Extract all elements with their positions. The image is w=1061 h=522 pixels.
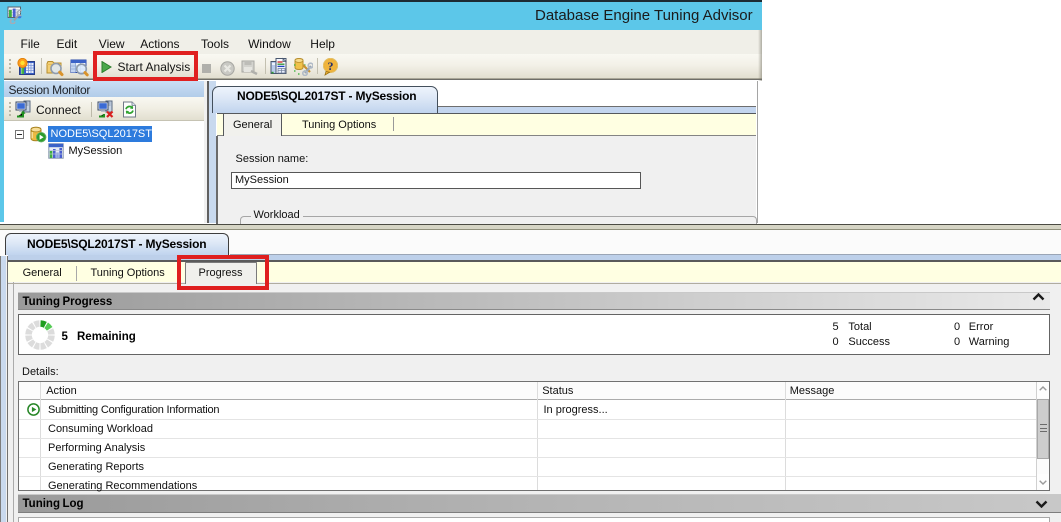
svg-text:?: ? [328, 58, 334, 72]
